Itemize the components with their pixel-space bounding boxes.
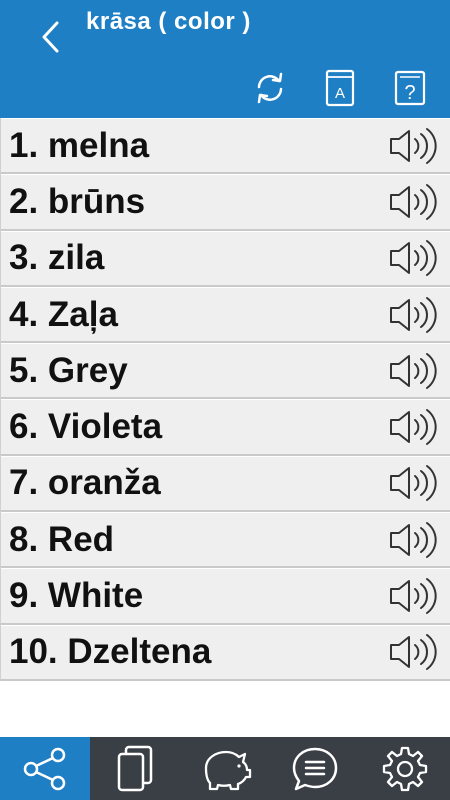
speaker-icon [390, 296, 437, 333]
word-label: 6. Violeta [9, 407, 163, 447]
word-label: 5. Grey [9, 350, 128, 390]
speaker-icon [390, 465, 437, 502]
word-label: 7. oranža [9, 463, 161, 503]
word-row[interactable]: 6. Violeta [1, 399, 450, 456]
bottom-nav [0, 737, 450, 800]
word-row[interactable]: 9. White [1, 568, 450, 625]
word-row[interactable]: 3. zila [1, 230, 450, 287]
word-label: 1. melna [9, 125, 150, 165]
nav-settings[interactable] [360, 737, 450, 800]
speaker-icon [390, 409, 437, 446]
word-label: 10. Dzeltena [9, 632, 212, 672]
play-audio-button[interactable] [386, 520, 442, 560]
refresh-icon [257, 72, 283, 104]
piggy-bank-icon [204, 750, 252, 790]
nav-piggy-bank[interactable] [180, 737, 270, 800]
dictionary-button[interactable]: A [320, 68, 360, 108]
word-row[interactable]: 10. Dzeltena [1, 624, 450, 681]
play-audio-button[interactable] [386, 182, 442, 222]
speaker-icon [390, 521, 437, 558]
speaker-icon [390, 578, 437, 615]
play-audio-button[interactable] [386, 295, 442, 335]
word-label: 9. White [9, 576, 144, 616]
app-header: krāsa ( color ) A ? [0, 0, 450, 118]
svg-text:?: ? [404, 82, 415, 104]
word-row[interactable]: 7. oranža [1, 455, 450, 513]
speaker-icon [390, 127, 437, 164]
chevron-left-icon [42, 21, 59, 53]
nav-cards[interactable] [90, 737, 180, 800]
page-title: krāsa ( color ) [86, 8, 251, 35]
word-label: 8. Red [9, 519, 115, 559]
word-row[interactable]: 4. Zaļa [1, 286, 450, 344]
gear-icon [382, 746, 428, 791]
back-button[interactable] [30, 14, 70, 60]
chat-icon [292, 747, 338, 790]
refresh-button[interactable] [250, 68, 290, 108]
cards-icon [117, 745, 153, 791]
speaker-icon [390, 352, 437, 389]
play-audio-button[interactable] [386, 632, 442, 672]
play-audio-button[interactable] [386, 463, 442, 503]
help-button[interactable]: ? [390, 68, 430, 108]
speaker-icon [390, 634, 437, 671]
word-label: 3. zila [9, 238, 105, 278]
word-row[interactable]: 5. Grey [1, 343, 450, 400]
help-icon: ? [394, 70, 426, 106]
play-audio-button[interactable] [386, 576, 442, 616]
word-row[interactable]: 1. melna [1, 118, 450, 175]
play-audio-button[interactable] [386, 238, 442, 278]
svg-text:A: A [335, 85, 345, 102]
play-audio-button[interactable] [386, 351, 442, 391]
play-audio-button[interactable] [386, 126, 442, 166]
word-list: 1. melna 2. brūns 3. zila 4. Zaļa 5. Grey 6. … [0, 118, 450, 681]
word-row[interactable]: 2. brūns [1, 174, 450, 231]
speaker-icon [390, 240, 437, 277]
speaker-icon [390, 183, 437, 220]
word-label: 2. brūns [9, 181, 146, 221]
share-icon [23, 747, 66, 790]
nav-share[interactable] [0, 737, 90, 800]
nav-chat[interactable] [270, 737, 360, 800]
dictionary-book-icon: A [325, 69, 355, 107]
word-row[interactable]: 8. Red [1, 512, 450, 569]
play-audio-button[interactable] [386, 407, 442, 447]
word-label: 4. Zaļa [9, 294, 118, 334]
